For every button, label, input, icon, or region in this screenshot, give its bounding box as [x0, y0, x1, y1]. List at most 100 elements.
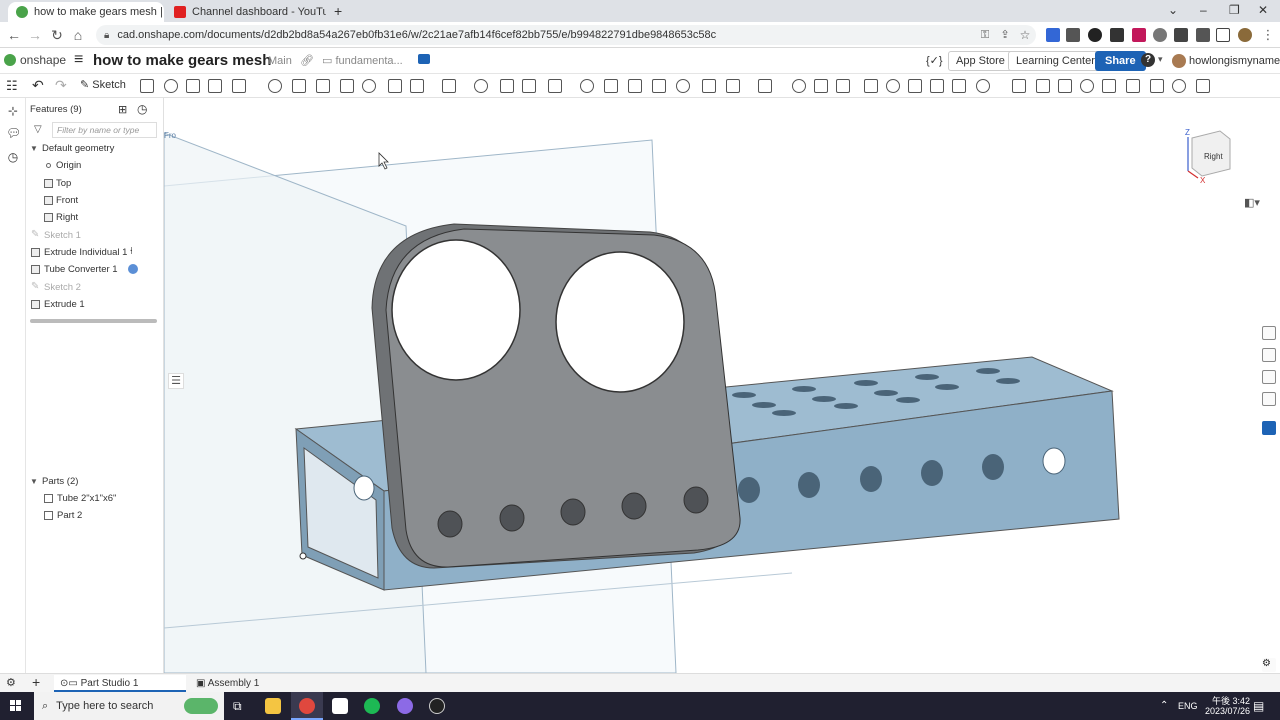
browser-tab-onshape[interactable]: how to make gears mesh | Part S ✕: [8, 2, 164, 22]
toolbar-tool-icon[interactable]: [522, 79, 536, 93]
toolbar-tool-icon[interactable]: [548, 79, 562, 93]
task-view-icon[interactable]: ⧉: [233, 699, 242, 714]
add-tab-button[interactable]: +: [32, 674, 40, 690]
profile-avatar[interactable]: [1238, 28, 1252, 42]
chevron-down-icon[interactable]: ▼: [30, 477, 38, 486]
toolbar-tool-icon[interactable]: [1058, 79, 1072, 93]
toolbar-tool-icon[interactable]: [952, 79, 966, 93]
toolbar-tool-icon[interactable]: [864, 79, 878, 93]
chevron-down-icon[interactable]: ▾: [1158, 54, 1163, 65]
chrome-icon[interactable]: [299, 698, 315, 714]
redo-icon[interactable]: ↷: [55, 77, 67, 94]
chevron-down-icon[interactable]: ⌄: [1168, 3, 1178, 17]
extension-icon[interactable]: [1132, 28, 1146, 42]
variables-icon[interactable]: {✓}: [926, 54, 943, 67]
toolbar-tool-icon[interactable]: [186, 79, 200, 93]
extension-icon[interactable]: [1110, 28, 1124, 42]
view-settings-icon[interactable]: ⚙: [6, 676, 16, 689]
toolbar-tool-icon[interactable]: [1126, 79, 1140, 93]
extension-icon[interactable]: [1088, 28, 1102, 42]
document-title[interactable]: how to make gears mesh: [93, 52, 271, 69]
sidepanel-icon[interactable]: [1216, 28, 1230, 42]
windows-start-icon[interactable]: [10, 700, 22, 712]
toolbar-tool-icon[interactable]: [1080, 79, 1094, 93]
toolbar-tool-icon[interactable]: [268, 79, 282, 93]
toolbar-tool-icon[interactable]: [442, 79, 456, 93]
geometry-item-right[interactable]: Right: [56, 212, 78, 223]
link-icon[interactable]: 🔗︎: [300, 54, 314, 67]
branch-label[interactable]: Main: [268, 55, 292, 67]
feature-extrude-1[interactable]: Extrude 1: [44, 299, 85, 310]
folder-link[interactable]: ▭ fundamenta...: [322, 54, 403, 67]
parts-header[interactable]: Parts (2): [42, 476, 78, 487]
geometry-item-top[interactable]: Top: [56, 178, 71, 189]
variables-panel-icon[interactable]: [1262, 392, 1276, 406]
feature-sketch-1[interactable]: Sketch 1: [44, 230, 81, 241]
tab-part-studio-1[interactable]: ⊙▭ Part Studio 1: [54, 675, 186, 692]
toolbar-tool-icon[interactable]: [792, 79, 806, 93]
forward-icon[interactable]: →: [26, 26, 44, 44]
more-menu-icon[interactable]: ⋮: [1259, 26, 1277, 44]
notifications-icon[interactable]: ▤: [1253, 699, 1264, 713]
toolbar-tool-icon[interactable]: [1172, 79, 1186, 93]
feature-sketch-2[interactable]: Sketch 2: [44, 282, 81, 293]
tab-assembly-1[interactable]: ▣ Assembly 1: [190, 675, 310, 692]
undo-icon[interactable]: ↶: [32, 77, 44, 94]
history-icon[interactable]: ◷: [6, 150, 20, 164]
toolbar-tool-icon[interactable]: [292, 79, 306, 93]
restore-icon[interactable]: ❐: [1229, 3, 1240, 17]
part-item[interactable]: Tube 2"x1"x6": [57, 493, 116, 504]
toolbar-tool-icon[interactable]: [604, 79, 618, 93]
model-canvas[interactable]: Fro: [164, 98, 1280, 673]
rollback-timer-icon[interactable]: ◷: [137, 102, 147, 116]
close-window-icon[interactable]: ✕: [1258, 3, 1268, 17]
toolbar-tool-icon[interactable]: [1102, 79, 1116, 93]
toolbar-tool-icon[interactable]: [500, 79, 514, 93]
toolbar-tool-icon[interactable]: [474, 79, 488, 93]
share-button[interactable]: Share: [1095, 51, 1146, 71]
toolbar-tool-icon[interactable]: [140, 79, 154, 93]
toolbar-tool-icon[interactable]: [976, 79, 990, 93]
rollback-bar[interactable]: [30, 319, 157, 323]
toolbar-tool-icon[interactable]: [628, 79, 642, 93]
tray-chevron-icon[interactable]: ⌃: [1160, 700, 1168, 711]
extension-icon[interactable]: [1174, 28, 1188, 42]
toolbar-tool-icon[interactable]: [886, 79, 900, 93]
taskbar-search-input[interactable]: ⌕ Type here to search: [34, 692, 224, 720]
toolbar-tool-icon[interactable]: [164, 79, 178, 93]
mk-extension-icon[interactable]: [1262, 421, 1276, 435]
geometry-item-origin[interactable]: Origin: [56, 160, 81, 171]
toolbar-tool-icon[interactable]: [580, 79, 594, 93]
feature-list-icon[interactable]: ☷: [6, 78, 18, 94]
part-item[interactable]: Part 2: [57, 510, 82, 521]
toolbar-tool-icon[interactable]: [1036, 79, 1050, 93]
view-options-icon[interactable]: ◧▾: [1244, 196, 1260, 209]
help-icon[interactable]: ?: [1141, 53, 1155, 67]
chevron-down-icon[interactable]: ▼: [30, 144, 38, 153]
toolbar-tool-icon[interactable]: [652, 79, 666, 93]
filter-input[interactable]: Filter by name or type: [52, 122, 157, 138]
new-tab-button[interactable]: +: [334, 3, 342, 19]
home-icon[interactable]: ⌂: [69, 26, 87, 44]
url-input[interactable]: 🔒︎ cad.onshape.com/documents/d2db2bd8a54…: [96, 25, 1036, 45]
toolbar-tool-icon[interactable]: [676, 79, 690, 93]
filter-icon[interactable]: ▽: [34, 124, 42, 135]
education-icon[interactable]: [418, 54, 430, 64]
configurations-icon[interactable]: [1262, 348, 1276, 362]
toolbar-tool-icon[interactable]: [208, 79, 222, 93]
app-store-button[interactable]: App Store: [948, 51, 1013, 71]
notion-icon[interactable]: [332, 698, 348, 714]
comments-icon[interactable]: 💬︎: [6, 126, 21, 140]
browser-tab-youtube[interactable]: Channel dashboard - YouTube St ✕: [166, 2, 326, 22]
obs-icon[interactable]: [429, 698, 445, 714]
toolbar-tool-icon[interactable]: [836, 79, 850, 93]
language-indicator[interactable]: ENG: [1178, 701, 1198, 711]
toolbar-tool-icon[interactable]: [814, 79, 828, 93]
parts-list-icon[interactable]: [1262, 370, 1276, 384]
spotify-icon[interactable]: [364, 698, 380, 714]
toolbar-tool-icon[interactable]: [726, 79, 740, 93]
viewcube-face-label[interactable]: Right: [1204, 152, 1223, 161]
toolbar-tool-icon[interactable]: [758, 79, 772, 93]
toolbar-tool-icon[interactable]: [340, 79, 354, 93]
sketch-button[interactable]: ✎ Sketch: [80, 78, 126, 91]
